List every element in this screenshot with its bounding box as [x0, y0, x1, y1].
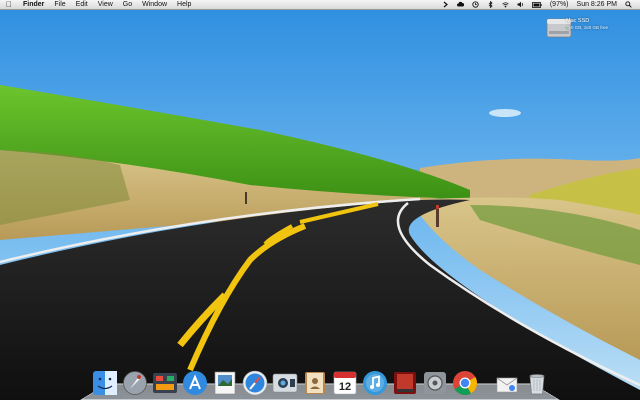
contacts-icon[interactable]: [302, 370, 328, 396]
cloud-icon[interactable]: [453, 1, 468, 8]
desktop-wallpaper: [0, 0, 640, 400]
calendar-day-label: 12: [339, 381, 351, 393]
battery-percent[interactable]: (97%): [546, 0, 573, 10]
mission-control-icon[interactable]: [152, 370, 178, 396]
launchpad-icon[interactable]: [122, 370, 148, 396]
menubar-status-area: (97%) Sun 8:26 PM: [438, 0, 640, 10]
bluetooth-icon[interactable]: [483, 1, 498, 8]
menu-help[interactable]: Help: [172, 0, 196, 10]
facetime-icon[interactable]: [272, 370, 298, 396]
spotlight-search-icon[interactable]: [621, 1, 636, 8]
photo-booth-icon[interactable]: [392, 370, 418, 396]
volume-icon[interactable]: [513, 1, 528, 8]
menu-bar:  Finder File Edit View Go Window Help (…: [0, 0, 640, 10]
trash-icon[interactable]: [524, 370, 550, 396]
menu-edit[interactable]: Edit: [71, 0, 93, 10]
system-preferences-icon[interactable]: [422, 370, 448, 396]
apple-menu-icon[interactable]: : [0, 0, 18, 10]
itunes-icon[interactable]: [362, 370, 388, 396]
menu-go[interactable]: Go: [118, 0, 137, 10]
dock: 12: [90, 362, 550, 396]
calendar-icon[interactable]: 12: [332, 370, 358, 396]
wifi-icon[interactable]: [498, 1, 513, 8]
safari-icon[interactable]: [242, 370, 268, 396]
drive-name-label: Mac SSD: [566, 18, 590, 24]
mail-stack-icon[interactable]: [494, 370, 520, 396]
menu-window[interactable]: Window: [137, 0, 172, 10]
desktop-drive[interactable]: Mac SSD 250 GB, 160 GB free: [546, 16, 636, 42]
menubar-clock[interactable]: Sun 8:26 PM: [573, 0, 621, 10]
drive-info-label: 250 GB, 160 GB free: [566, 25, 609, 30]
chevron-right-icon[interactable]: [438, 1, 453, 8]
app-store-icon[interactable]: [182, 370, 208, 396]
menu-view[interactable]: View: [93, 0, 118, 10]
battery-icon[interactable]: [528, 1, 546, 8]
finder-icon[interactable]: [92, 370, 118, 396]
preview-icon[interactable]: [212, 370, 238, 396]
chrome-icon[interactable]: [452, 370, 478, 396]
menu-app-name[interactable]: Finder: [18, 0, 49, 10]
menu-file[interactable]: File: [49, 0, 70, 10]
time-machine-icon[interactable]: [468, 1, 483, 8]
